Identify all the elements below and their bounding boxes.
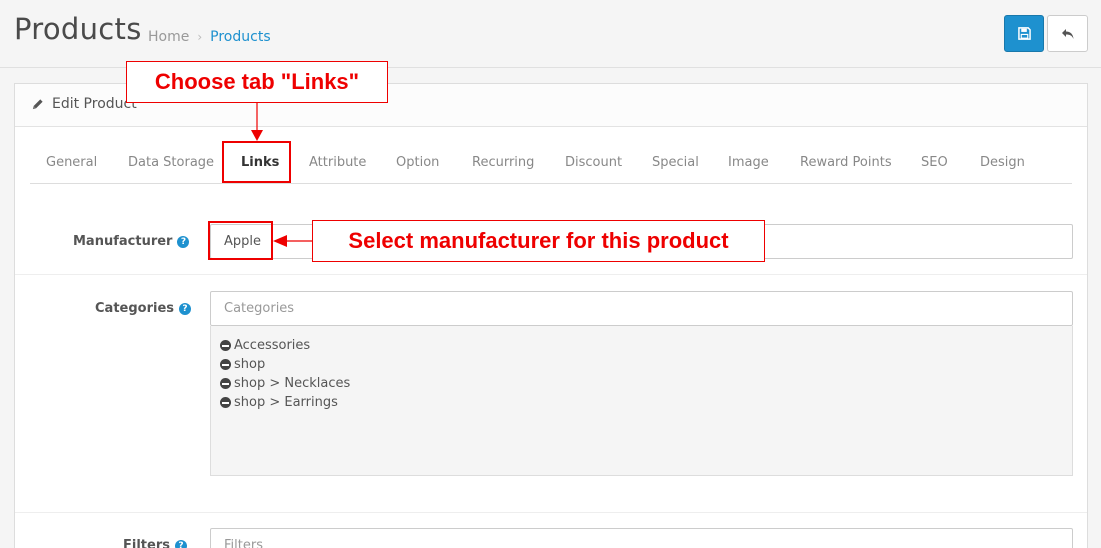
breadcrumb: Home › Products <box>148 29 271 45</box>
minus-circle-icon[interactable] <box>220 378 231 389</box>
tab-data-storage[interactable]: Data Storage <box>128 155 214 170</box>
help-icon[interactable]: ? <box>177 235 190 248</box>
tab-attribute[interactable]: Attribute <box>309 155 366 170</box>
breadcrumb-products[interactable]: Products <box>210 29 270 45</box>
tab-special[interactable]: Special <box>652 155 699 170</box>
tab-option[interactable]: Option <box>396 155 439 170</box>
tab-reward-points[interactable]: Reward Points <box>800 155 892 170</box>
tab-recurring[interactable]: Recurring <box>472 155 534 170</box>
list-item: shop > Necklaces <box>220 374 1063 393</box>
categories-input[interactable]: Categories <box>210 291 1073 326</box>
categories-label: Categories ? <box>95 301 192 316</box>
pencil-icon <box>32 98 43 109</box>
category-label: shop > Necklaces <box>234 376 351 391</box>
tab-bar: General Data Storage Links Attribute Opt… <box>30 144 1072 184</box>
back-button[interactable] <box>1047 15 1088 52</box>
filters-label: Filters ? <box>123 538 187 548</box>
categories-list: Accessories shop shop > Necklaces shop >… <box>210 326 1073 476</box>
filters-input[interactable]: Filters <box>210 528 1073 548</box>
row-divider <box>15 512 1087 513</box>
filters-label-text: Filters <box>123 538 170 548</box>
list-item: Accessories <box>220 336 1063 355</box>
tab-image[interactable]: Image <box>728 155 769 170</box>
manufacturer-value-highlight <box>208 221 273 260</box>
categories-label-text: Categories <box>95 301 175 316</box>
category-label: Accessories <box>234 338 311 353</box>
manufacturer-label-text: Manufacturer <box>73 234 173 249</box>
edit-product-panel: Edit Product General Data Storage Links … <box>14 83 1088 548</box>
tab-design[interactable]: Design <box>980 155 1025 170</box>
links-tab-highlight <box>222 141 291 183</box>
category-label: shop > Earrings <box>234 395 338 410</box>
minus-circle-icon[interactable] <box>220 397 231 408</box>
tab-callout: Choose tab "Links" <box>126 61 388 103</box>
help-icon[interactable]: ? <box>174 539 187 548</box>
tab-discount[interactable]: Discount <box>565 155 622 170</box>
save-icon <box>1017 27 1031 40</box>
panel-title-label: Edit Product <box>52 96 137 112</box>
reply-icon <box>1061 28 1073 39</box>
breadcrumb-home[interactable]: Home <box>148 29 189 45</box>
help-icon[interactable]: ? <box>179 302 192 315</box>
category-label: shop <box>234 357 266 372</box>
minus-circle-icon[interactable] <box>220 359 231 370</box>
breadcrumb-separator: › <box>197 30 203 44</box>
manufacturer-callout: Select manufacturer for this product <box>312 220 765 262</box>
minus-circle-icon[interactable] <box>220 340 231 351</box>
list-item: shop > Earrings <box>220 393 1063 412</box>
panel-title: Edit Product <box>31 96 137 112</box>
save-button[interactable] <box>1004 15 1044 52</box>
row-divider <box>15 274 1087 275</box>
tab-general[interactable]: General <box>46 155 97 170</box>
page-header: Products Home › Products <box>0 0 1101 68</box>
list-item: shop <box>220 355 1063 374</box>
page-title: Products <box>14 12 142 46</box>
manufacturer-label: Manufacturer ? <box>73 234 190 249</box>
tab-seo[interactable]: SEO <box>921 155 948 170</box>
